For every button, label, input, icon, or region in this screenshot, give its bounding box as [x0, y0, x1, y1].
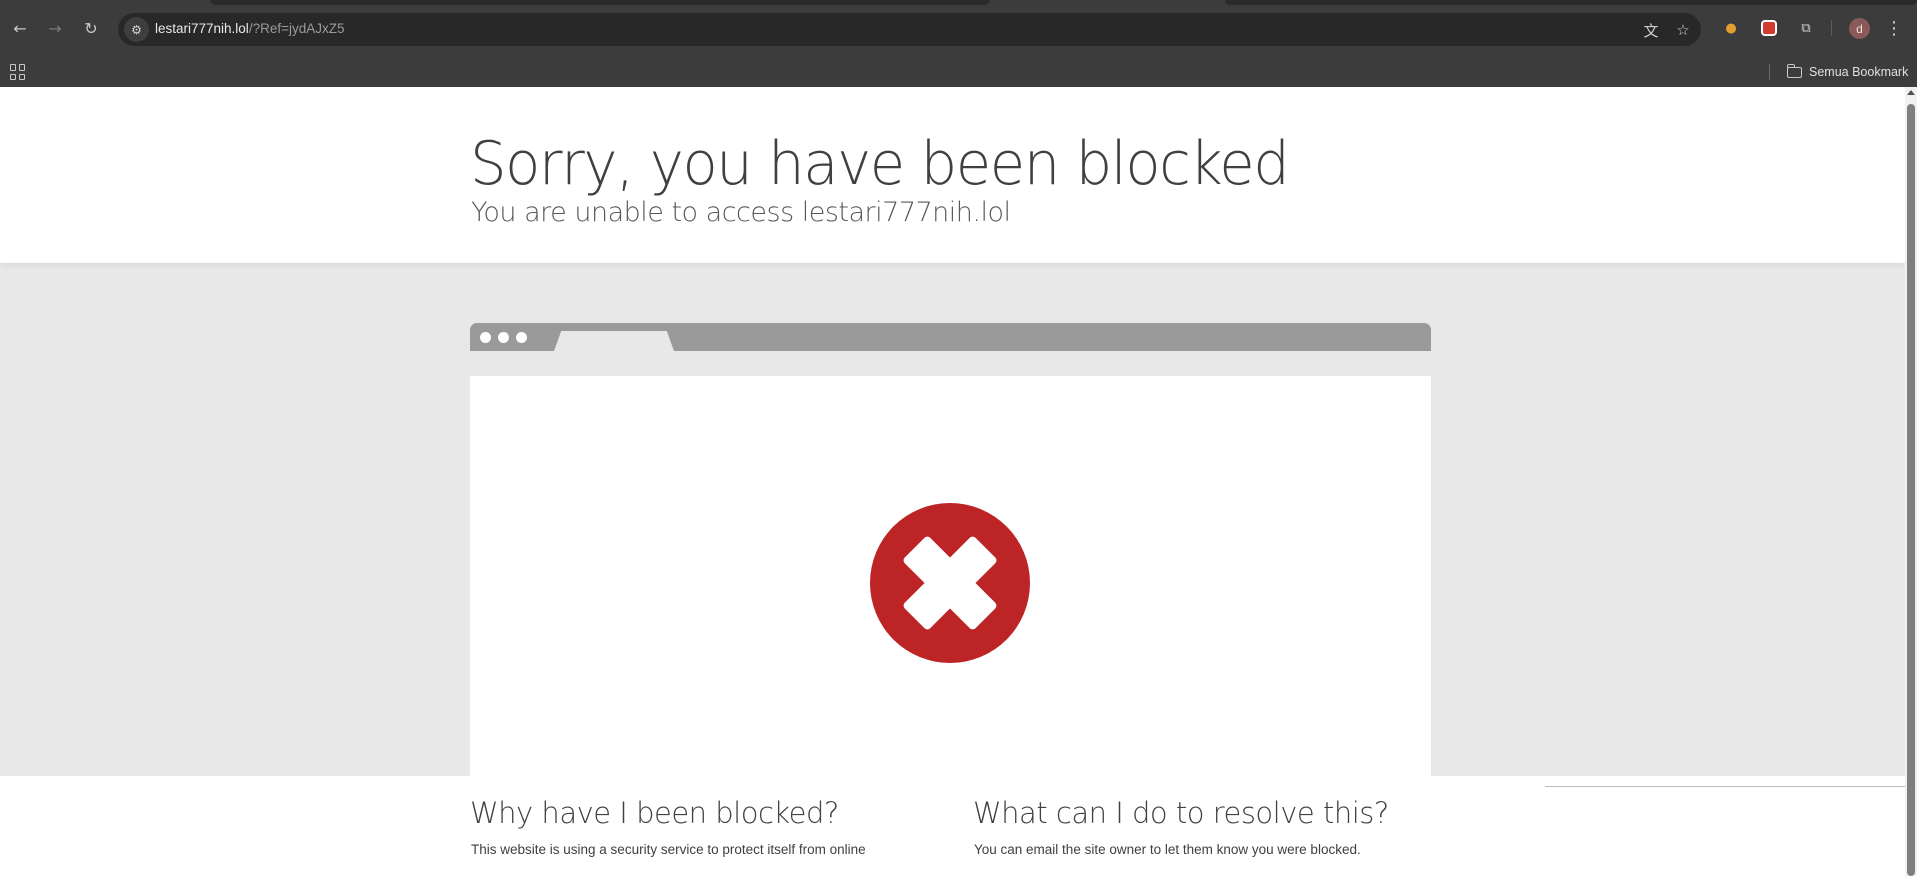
url-path: /?Ref=jydAJxZ5	[248, 21, 345, 36]
scroll-up-icon[interactable]	[1907, 90, 1915, 95]
kebab-menu-icon: ⋮	[1885, 17, 1903, 39]
why-blocked-heading: Why have I been blocked?	[470, 796, 839, 830]
window-dot	[480, 332, 491, 343]
folder-icon	[1786, 63, 1802, 78]
address-bar[interactable]: ⚙ lestari777nih.lol/?Ref=jydAJxZ5 文 ☆	[118, 13, 1701, 46]
scrollbar-thumb[interactable]	[1907, 104, 1915, 876]
forward-button[interactable]: →	[42, 15, 68, 41]
bookmarks-bar: Semua Bookmark	[0, 56, 1917, 87]
star-icon: ☆	[1676, 21, 1690, 39]
browser-toolbar: ← → ↻ ⚙ lestari777nih.lol/?Ref=jydAJxZ5 …	[0, 0, 1917, 56]
extensions-button[interactable]: ⧉	[1796, 18, 1816, 38]
all-bookmarks-label: Semua Bookmark	[1809, 65, 1909, 79]
translate-icon: 文	[1643, 21, 1659, 40]
explanation-section: Why have I been blocked? This website is…	[0, 776, 1905, 876]
profile-initial: d	[1856, 21, 1863, 36]
translate-button[interactable]: 文	[1641, 20, 1661, 40]
tune-icon: ⚙	[131, 22, 142, 37]
toolbar-divider	[1831, 20, 1832, 36]
page-header: Sorry, you have been blocked You are una…	[0, 87, 1905, 263]
all-bookmarks-button[interactable]: Semua Bookmark	[1786, 63, 1909, 81]
extension-red-icon	[1761, 20, 1777, 36]
blocked-x-icon	[870, 503, 1030, 663]
url-text[interactable]: lestari777nih.lol/?Ref=jydAJxZ5	[155, 21, 344, 36]
reload-button[interactable]: ↻	[78, 15, 104, 41]
puzzle-icon: ⧉	[1801, 20, 1811, 36]
site-info-button[interactable]: ⚙	[124, 17, 149, 42]
tab-strip-edge	[210, 0, 990, 5]
illustration-tab	[554, 331, 674, 351]
browser-illustration-bar	[470, 323, 1431, 351]
extension-person-button[interactable]: ●	[1721, 18, 1741, 38]
reload-icon: ↻	[84, 18, 98, 38]
window-dot	[498, 332, 509, 343]
extension-person-icon: ●	[1725, 20, 1737, 36]
page-subtitle: You are unable to access lestari777nih.l…	[471, 197, 1011, 228]
back-button[interactable]: ←	[7, 15, 33, 41]
page-scrollbar[interactable]	[1905, 87, 1917, 876]
page-title: Sorry, you have been blocked	[470, 129, 1290, 199]
browser-illustration-window	[470, 376, 1431, 776]
resolve-text: You can email the site owner to let them…	[974, 842, 1361, 857]
tab-strip-edge	[1225, 0, 1917, 5]
resolve-heading: What can I do to resolve this?	[973, 796, 1389, 830]
arrow-left-icon: ←	[13, 18, 27, 38]
profile-avatar[interactable]: d	[1849, 18, 1870, 39]
arrow-right-icon: →	[48, 18, 62, 38]
window-dot	[516, 332, 527, 343]
bookmark-star-button[interactable]: ☆	[1673, 20, 1693, 40]
divider-line	[1545, 786, 1905, 787]
bookmarks-divider	[1769, 64, 1770, 80]
why-blocked-text: This website is using a security service…	[471, 842, 866, 857]
extension-red-button[interactable]	[1759, 18, 1779, 38]
apps-grid-icon[interactable]	[10, 64, 26, 80]
browser-menu-button[interactable]: ⋮	[1884, 16, 1904, 40]
page-viewport: Sorry, you have been blocked You are una…	[0, 87, 1905, 876]
url-host: lestari777nih.lol	[155, 21, 249, 36]
